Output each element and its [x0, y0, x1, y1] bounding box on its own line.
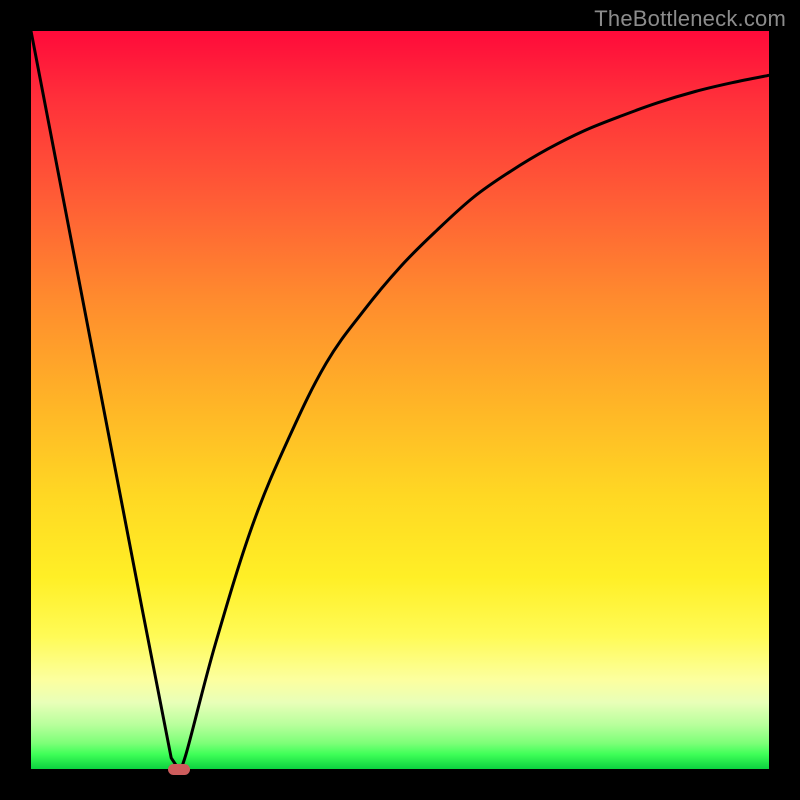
bottleneck-curve: [31, 31, 769, 769]
min-marker: [168, 764, 190, 775]
plot-area: [31, 31, 769, 769]
watermark-text: TheBottleneck.com: [594, 6, 786, 32]
chart-frame: TheBottleneck.com: [0, 0, 800, 800]
